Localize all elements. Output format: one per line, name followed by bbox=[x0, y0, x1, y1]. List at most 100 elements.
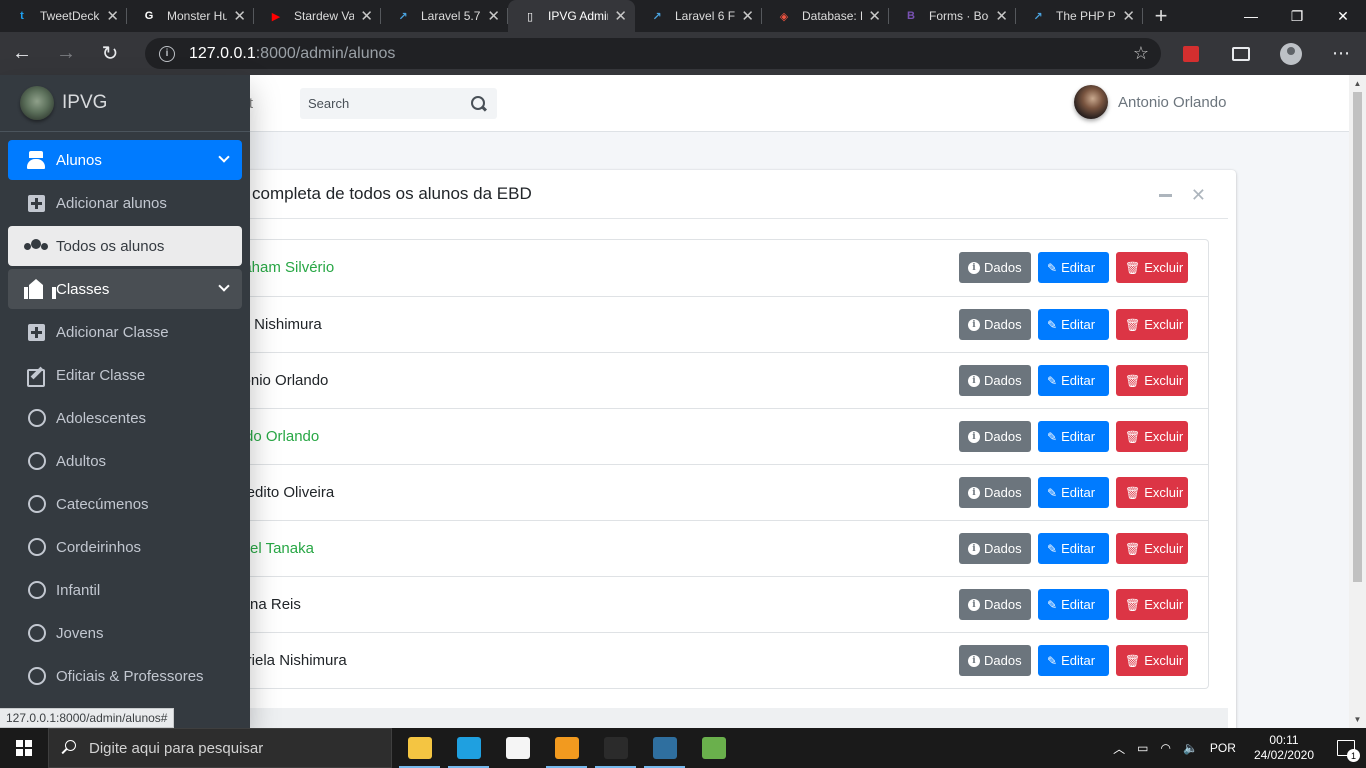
browser-tab[interactable]: ↗ The PHP Pr ✕ bbox=[1016, 0, 1143, 32]
dados-button[interactable]: i Dados bbox=[959, 252, 1031, 283]
taskbar-app[interactable] bbox=[542, 728, 591, 768]
excluir-button[interactable]: 🗑 Excluir bbox=[1116, 645, 1188, 676]
taskbar-app[interactable] bbox=[591, 728, 640, 768]
tab-close-icon[interactable]: ✕ bbox=[868, 7, 881, 25]
editar-button[interactable]: ✎ Editar bbox=[1038, 365, 1109, 396]
scroll-up-icon[interactable]: ▲ bbox=[1349, 75, 1366, 92]
scroll-down-icon[interactable]: ▼ bbox=[1349, 711, 1366, 728]
editar-button[interactable]: ✎ Editar bbox=[1038, 533, 1109, 564]
sidebar-item-todos-os-alunos[interactable]: Todos os alunos bbox=[8, 226, 242, 266]
sidebar-item-infantil[interactable]: Infantil bbox=[8, 570, 242, 610]
edit-icon: ✎ bbox=[1047, 260, 1058, 275]
extension-button[interactable] bbox=[1166, 32, 1216, 75]
dados-button[interactable]: i Dados bbox=[959, 533, 1031, 564]
tab-close-icon[interactable]: ✕ bbox=[614, 7, 627, 25]
tab-separator bbox=[1142, 8, 1143, 24]
browser-tab[interactable]: G Monster Hu ✕ bbox=[127, 0, 254, 32]
excluir-button[interactable]: 🗑 Excluir bbox=[1116, 477, 1188, 508]
tab-close-icon[interactable]: ✕ bbox=[106, 7, 119, 25]
dados-button[interactable]: i Dados bbox=[959, 477, 1031, 508]
site-info-icon[interactable]: i bbox=[159, 45, 175, 62]
sidebar-item-adicionar-classe[interactable]: Adicionar Classe bbox=[8, 312, 242, 352]
address-bar[interactable]: i 127.0.0.1:8000/admin/alunos ☆ bbox=[145, 38, 1161, 69]
taskbar-app[interactable] bbox=[444, 728, 493, 768]
back-icon[interactable]: ← bbox=[0, 32, 44, 75]
editar-button[interactable]: ✎ Editar bbox=[1038, 645, 1109, 676]
editar-button[interactable]: ✎ Editar bbox=[1038, 477, 1109, 508]
forward-icon[interactable]: → bbox=[44, 32, 88, 75]
excluir-button[interactable]: 🗑 Excluir bbox=[1116, 589, 1188, 620]
volume-icon[interactable]: 🔈 bbox=[1177, 741, 1204, 755]
taskbar-app[interactable] bbox=[395, 728, 444, 768]
dados-button[interactable]: i Dados bbox=[959, 421, 1031, 452]
minimize-icon[interactable]: — bbox=[1228, 0, 1274, 32]
taskbar-app[interactable] bbox=[689, 728, 738, 768]
browser-tab[interactable]: B Forms · Boo ✕ bbox=[889, 0, 1016, 32]
browser-tab[interactable]: ▶ Stardew Val ✕ bbox=[254, 0, 381, 32]
tab-close-icon[interactable]: ✕ bbox=[1122, 7, 1135, 25]
sidebar-item-adolescentes[interactable]: Adolescentes bbox=[8, 398, 242, 438]
sidebar-item-editar-classe[interactable]: Editar Classe bbox=[8, 355, 242, 395]
user-menu[interactable]: Antonio Orlando bbox=[1074, 85, 1226, 119]
sidebar-item-adultos[interactable]: Adultos bbox=[8, 441, 242, 481]
table-row: ntonio Orlando i Dados ✎ Editar 🗑 Excluir bbox=[230, 352, 1208, 408]
tab-close-icon[interactable]: ✕ bbox=[487, 7, 500, 25]
taskbar-search[interactable]: Digite aqui para pesquisar bbox=[48, 728, 392, 768]
close-window-icon[interactable]: ✕ bbox=[1320, 0, 1366, 32]
sidebar-item-jovens[interactable]: Jovens bbox=[8, 613, 242, 653]
sidebar-item-oficiais-professores[interactable]: Oficiais & Professores bbox=[8, 656, 242, 696]
taskbar-app[interactable] bbox=[493, 728, 542, 768]
collapse-icon[interactable] bbox=[1159, 194, 1172, 197]
edit-icon: ✎ bbox=[1047, 429, 1058, 444]
browser-tab[interactable]: ↗ Laravel 6 Fr ✕ bbox=[635, 0, 762, 32]
language-indicator[interactable]: POR bbox=[1204, 741, 1242, 755]
dados-button[interactable]: i Dados bbox=[959, 309, 1031, 340]
sidebar-item-catec-menos[interactable]: Catecúmenos bbox=[8, 484, 242, 524]
sidebar-menu: Alunos Adicionar alunos Todos os alunos Cla… bbox=[8, 140, 242, 699]
taskbar-app[interactable] bbox=[640, 728, 689, 768]
editar-button[interactable]: ✎ Editar bbox=[1038, 589, 1109, 620]
wifi-icon[interactable]: ◠ bbox=[1154, 741, 1176, 755]
excluir-button[interactable]: 🗑 Excluir bbox=[1116, 252, 1188, 283]
search-icon[interactable] bbox=[470, 95, 488, 113]
tab-close-icon[interactable]: ✕ bbox=[995, 7, 1008, 25]
browser-tab[interactable]: ▯ IPVG Admin ✕ bbox=[508, 0, 635, 32]
dados-button[interactable]: i Dados bbox=[959, 645, 1031, 676]
dados-button[interactable]: i Dados bbox=[959, 365, 1031, 396]
search-input[interactable] bbox=[300, 88, 465, 119]
more-menu-icon[interactable]: ⋯ bbox=[1316, 32, 1366, 75]
page-scrollbar[interactable]: ▲ ▼ bbox=[1349, 75, 1366, 728]
chevron-up-icon[interactable]: ︿ bbox=[1107, 740, 1131, 757]
restore-icon[interactable]: ❐ bbox=[1274, 0, 1320, 32]
sidebar-item-alunos[interactable]: Alunos bbox=[8, 140, 242, 180]
cast-button[interactable] bbox=[1216, 32, 1266, 75]
bookmark-star-icon[interactable]: ☆ bbox=[1133, 43, 1149, 64]
excluir-button[interactable]: 🗑 Excluir bbox=[1116, 533, 1188, 564]
close-icon[interactable]: ✕ bbox=[1191, 185, 1206, 206]
editar-button[interactable]: ✎ Editar bbox=[1038, 309, 1109, 340]
tab-close-icon[interactable]: ✕ bbox=[360, 7, 373, 25]
battery-icon[interactable]: ▭ bbox=[1131, 741, 1154, 755]
notifications-button[interactable]: 1 bbox=[1326, 728, 1366, 768]
editar-button[interactable]: ✎ Editar bbox=[1038, 252, 1109, 283]
tab-close-icon[interactable]: ✕ bbox=[233, 7, 246, 25]
profile-button[interactable] bbox=[1266, 32, 1316, 75]
browser-tab[interactable]: ◈ Database: F ✕ bbox=[762, 0, 889, 32]
scrollbar-thumb[interactable] bbox=[1353, 92, 1362, 582]
dados-button[interactable]: i Dados bbox=[959, 589, 1031, 620]
sidebar-item-adicionar-alunos[interactable]: Adicionar alunos bbox=[8, 183, 242, 223]
excluir-button[interactable]: 🗑 Excluir bbox=[1116, 365, 1188, 396]
start-button[interactable] bbox=[0, 728, 48, 768]
editar-button[interactable]: ✎ Editar bbox=[1038, 421, 1109, 452]
excluir-button[interactable]: 🗑 Excluir bbox=[1116, 421, 1188, 452]
sidebar-item-cordeirinhos[interactable]: Cordeirinhos bbox=[8, 527, 242, 567]
reload-icon[interactable]: ↻ bbox=[88, 32, 132, 75]
brand-link[interactable]: IPVG bbox=[0, 75, 250, 132]
browser-tab[interactable]: ↗ Laravel 5.7 ✕ bbox=[381, 0, 508, 32]
new-tab-button[interactable]: + bbox=[1143, 0, 1179, 32]
browser-tab[interactable]: t TweetDeck ✕ bbox=[0, 0, 127, 32]
clock[interactable]: 00:11 24/02/2020 bbox=[1242, 733, 1326, 763]
excluir-button[interactable]: 🗑 Excluir bbox=[1116, 309, 1188, 340]
sidebar-item-classes[interactable]: Classes bbox=[8, 269, 242, 309]
tab-close-icon[interactable]: ✕ bbox=[741, 7, 754, 25]
